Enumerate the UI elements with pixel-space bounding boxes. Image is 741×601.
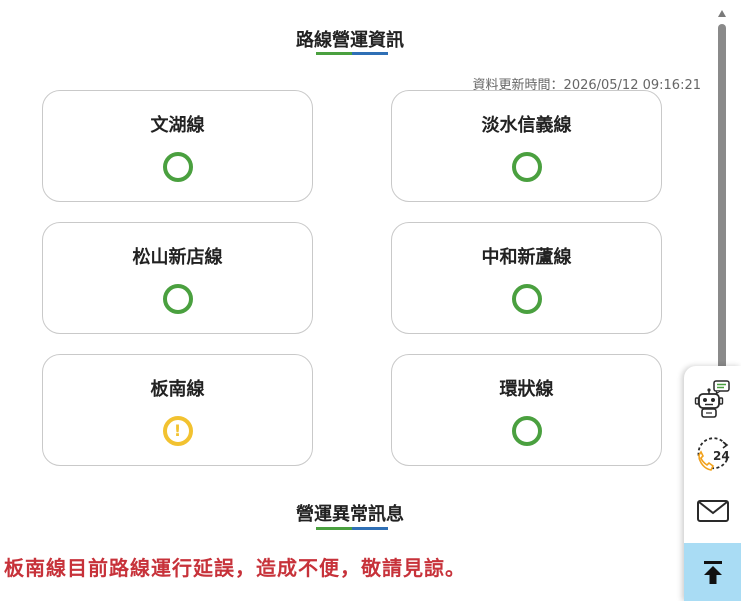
contact-mail-button[interactable]: [684, 482, 741, 540]
section-title-notice: 營運異常訊息: [296, 504, 404, 525]
back-to-top-icon: [703, 561, 722, 584]
status-normal-icon: [511, 284, 542, 314]
status-normal-icon: [511, 152, 542, 182]
service-hotline-button[interactable]: 24: [684, 426, 741, 484]
title-underline: [316, 527, 388, 530]
line-name: 中和新蘆線: [481, 247, 572, 268]
line-name: 淡水信義線: [481, 115, 572, 136]
scroll-up-arrow-icon[interactable]: [718, 10, 726, 17]
line-card-songshan-xindian[interactable]: 松山新店線: [42, 222, 313, 334]
line-card-zhonghe-xinlu[interactable]: 中和新蘆線: [391, 222, 662, 334]
status-normal-icon: [162, 284, 193, 314]
back-to-top-button[interactable]: [684, 543, 741, 601]
section-title-line-status: 路線營運資訊: [296, 30, 404, 51]
svg-text:24: 24: [713, 449, 730, 463]
status-normal-icon: [162, 152, 193, 182]
mail-icon: [696, 500, 729, 522]
line-name: 環狀線: [499, 379, 554, 400]
floating-service-panel: 24: [684, 366, 741, 601]
status-normal-icon: [511, 416, 542, 446]
line-card-tamsui-xinyi[interactable]: 淡水信義線: [391, 90, 662, 202]
chatbot-button[interactable]: [684, 370, 741, 428]
line-name: 松山新店線: [132, 247, 223, 268]
chatbot-icon: [694, 380, 730, 418]
status-warning-icon: [162, 416, 193, 446]
line-name: 板南線: [150, 379, 205, 400]
line-card-circular[interactable]: 環狀線: [391, 354, 662, 466]
title-underline: [316, 52, 388, 55]
notice-message: 板南線目前路線運行延誤，造成不便，敬請見諒。: [4, 556, 466, 580]
line-card-bannan[interactable]: 板南線: [42, 354, 313, 466]
line-name: 文湖線: [150, 115, 205, 136]
line-card-wenhu[interactable]: 文湖線: [42, 90, 313, 202]
24h-service-phone-icon: 24: [697, 437, 730, 471]
